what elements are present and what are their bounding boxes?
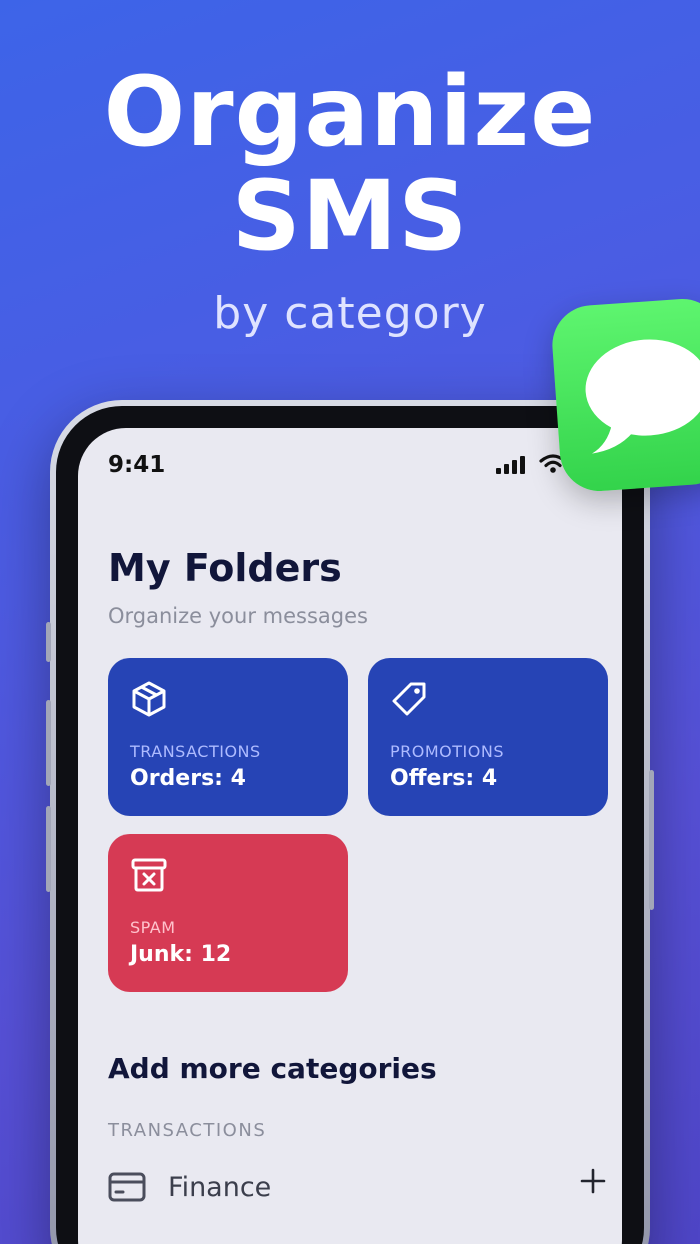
phone-screen: 9:41 My Folders Organize your messages T… <box>78 428 622 1244</box>
phone-bezel: 9:41 My Folders Organize your messages T… <box>56 406 644 1244</box>
hero-title: Organize SMS <box>0 60 700 268</box>
category-row-label: Finance <box>168 1172 272 1203</box>
messages-app-icon <box>549 296 700 494</box>
folder-category: SPAM <box>130 918 176 937</box>
tag-icon <box>392 682 426 716</box>
folder-card-spam[interactable]: SPAM Junk: 12 <box>108 834 348 992</box>
status-time: 9:41 <box>108 452 166 478</box>
folder-count: Orders: 4 <box>130 766 246 791</box>
folder-card-transactions[interactable]: TRANSACTIONS Orders: 4 <box>108 658 348 816</box>
package-icon <box>132 681 166 717</box>
page-title: My Folders <box>108 546 342 590</box>
folder-card-promotions[interactable]: PROMOTIONS Offers: 4 <box>368 658 608 816</box>
hero-title-line1: Organize <box>103 56 597 168</box>
silent-switch <box>46 622 51 662</box>
hero-title-line2: SMS <box>231 160 469 272</box>
folder-count: Offers: 4 <box>390 766 498 791</box>
volume-down-button <box>46 806 51 892</box>
folder-category: PROMOTIONS <box>390 742 504 761</box>
power-button <box>649 770 654 910</box>
add-icon[interactable] <box>580 1168 606 1194</box>
page-subtitle: Organize your messages <box>108 604 368 628</box>
phone-frame: 9:41 My Folders Organize your messages T… <box>46 400 654 1244</box>
volume-up-button <box>46 700 51 786</box>
folder-count: Junk: 12 <box>130 942 232 967</box>
add-categories-title: Add more categories <box>108 1052 437 1085</box>
category-group-label: TRANSACTIONS <box>108 1120 267 1141</box>
category-row-finance[interactable]: Finance <box>108 1164 608 1212</box>
speech-bubble-icon <box>585 339 700 454</box>
status-icons <box>496 454 567 478</box>
cellular-signal-icon <box>496 456 525 474</box>
spam-bin-icon <box>131 858 167 892</box>
folder-category: TRANSACTIONS <box>130 742 261 761</box>
card-icon <box>108 1172 146 1202</box>
